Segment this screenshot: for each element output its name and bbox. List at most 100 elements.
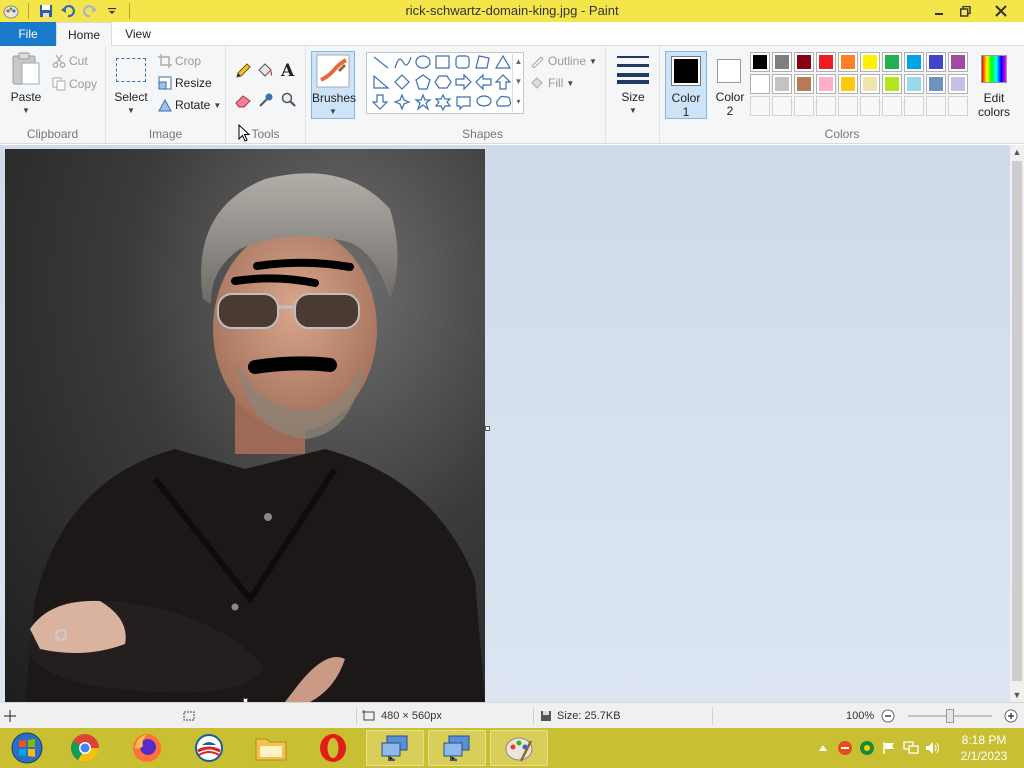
palette-color-swatch[interactable] xyxy=(838,74,858,94)
network-icon[interactable] xyxy=(900,728,922,768)
taskbar-opera[interactable] xyxy=(304,730,362,766)
eraser-icon[interactable] xyxy=(234,92,252,111)
taskbar-file-explorer[interactable] xyxy=(242,730,300,766)
right-triangle-shape-icon[interactable] xyxy=(373,74,390,89)
taskbar-remote-desktop-2[interactable] xyxy=(428,730,486,766)
down-arrow-shape-icon[interactable] xyxy=(371,94,389,110)
line-shape-icon[interactable] xyxy=(373,56,389,69)
palette-custom-color-slot[interactable] xyxy=(772,96,792,116)
palette-custom-color-slot[interactable] xyxy=(926,96,946,116)
text-tool-icon[interactable]: A xyxy=(281,61,294,81)
palette-color-swatch[interactable] xyxy=(816,52,836,72)
palette-color-swatch[interactable] xyxy=(860,52,880,72)
customize-qat-icon[interactable] xyxy=(103,2,121,20)
taskbar-chrome[interactable] xyxy=(56,730,114,766)
crop-button[interactable]: Crop xyxy=(158,54,201,68)
palette-color-swatch[interactable] xyxy=(948,74,968,94)
four-point-star-shape-icon[interactable] xyxy=(393,93,411,111)
redo-icon[interactable] xyxy=(81,2,99,20)
outline-button[interactable]: Outline ▼ xyxy=(530,54,597,68)
palette-custom-color-slot[interactable] xyxy=(904,96,924,116)
tab-home[interactable]: Home xyxy=(56,22,112,47)
tab-view[interactable]: View xyxy=(116,22,160,46)
color1-button[interactable]: Color 1 xyxy=(665,51,707,119)
palette-custom-color-slot[interactable] xyxy=(838,96,858,116)
magnifier-icon[interactable] xyxy=(281,92,297,111)
hexagon-shape-icon[interactable] xyxy=(434,75,452,89)
curve-shape-icon[interactable] xyxy=(394,56,412,69)
palette-custom-color-slot[interactable] xyxy=(794,96,814,116)
palette-custom-color-slot[interactable] xyxy=(750,96,770,116)
palette-color-swatch[interactable] xyxy=(838,52,858,72)
rectangle-shape-icon[interactable] xyxy=(435,55,450,69)
size-button[interactable]: Size ▼ xyxy=(612,52,654,118)
taskbar-remote-desktop-1[interactable] xyxy=(366,730,424,766)
start-button[interactable] xyxy=(0,730,54,766)
shapes-scroll[interactable]: ▲ ▼ ▾ xyxy=(512,52,524,114)
brushes-button[interactable]: Brushes ▼ xyxy=(311,51,356,119)
tab-file[interactable]: File xyxy=(0,22,56,46)
canvas-image[interactable] xyxy=(5,149,485,702)
palette-color-swatch[interactable] xyxy=(904,52,924,72)
restore-button[interactable] xyxy=(952,0,978,22)
palette-color-swatch[interactable] xyxy=(904,74,924,94)
palette-color-swatch[interactable] xyxy=(772,52,792,72)
palette-color-swatch[interactable] xyxy=(816,74,836,94)
palette-color-swatch[interactable] xyxy=(860,74,880,94)
scroll-up-icon[interactable]: ▲ xyxy=(1010,145,1024,159)
triangle-shape-icon[interactable] xyxy=(494,54,512,69)
palette-color-swatch[interactable] xyxy=(882,52,902,72)
color2-button[interactable]: Color 2 xyxy=(710,51,752,119)
left-arrow-shape-icon[interactable] xyxy=(475,73,492,91)
cut-button[interactable]: Cut xyxy=(52,54,88,68)
canvas-workspace[interactable] xyxy=(0,145,1010,702)
fill-button[interactable]: Fill ▼ xyxy=(530,76,574,90)
palette-custom-color-slot[interactable] xyxy=(860,96,880,116)
taskbar-paint[interactable] xyxy=(490,730,548,766)
close-button[interactable] xyxy=(978,0,1024,22)
taskbar-app-circle[interactable] xyxy=(180,730,238,766)
taskbar-firefox[interactable] xyxy=(118,730,176,766)
diamond-shape-icon[interactable] xyxy=(394,74,410,90)
rounded-rectangle-shape-icon[interactable] xyxy=(455,55,470,69)
polygon-shape-icon[interactable] xyxy=(475,55,490,69)
five-point-star-shape-icon[interactable] xyxy=(414,93,432,111)
select-button[interactable]: Select ▼ xyxy=(110,52,152,118)
paste-button[interactable]: Paste ▼ xyxy=(6,50,46,120)
oval-callout-shape-icon[interactable] xyxy=(476,95,492,107)
fill-bucket-icon[interactable] xyxy=(256,62,274,83)
vertical-scrollbar[interactable]: ▲ ▼ xyxy=(1010,145,1024,702)
color-picker-icon[interactable] xyxy=(258,92,274,111)
show-hidden-icons-icon[interactable] xyxy=(812,728,834,768)
zoom-out-button[interactable] xyxy=(881,703,895,729)
tray-red-app-icon[interactable] xyxy=(834,728,856,768)
palette-color-swatch[interactable] xyxy=(750,52,770,72)
right-arrow-shape-icon[interactable] xyxy=(455,73,472,91)
cloud-callout-shape-icon[interactable] xyxy=(496,95,512,107)
palette-color-swatch[interactable] xyxy=(794,52,814,72)
palette-color-swatch[interactable] xyxy=(772,74,792,94)
resize-button[interactable]: Resize xyxy=(158,76,212,90)
scrollbar-thumb[interactable] xyxy=(1012,161,1022,681)
zoom-slider-thumb[interactable] xyxy=(946,709,954,723)
up-arrow-shape-icon[interactable] xyxy=(494,74,512,90)
scroll-down-icon[interactable]: ▼ xyxy=(1010,688,1024,702)
rounded-callout-shape-icon[interactable] xyxy=(456,96,471,111)
copy-button[interactable]: Copy xyxy=(52,77,97,91)
palette-color-swatch[interactable] xyxy=(750,74,770,94)
system-clock[interactable]: 8:18 PM 2/1/2023 xyxy=(944,732,1024,764)
edit-colors-button[interactable]: Edit colors xyxy=(972,51,1016,119)
paint-app-icon[interactable] xyxy=(2,2,20,20)
minimize-button[interactable] xyxy=(926,0,952,22)
action-center-flag-icon[interactable] xyxy=(878,728,900,768)
palette-color-swatch[interactable] xyxy=(948,52,968,72)
palette-color-swatch[interactable] xyxy=(926,52,946,72)
palette-color-swatch[interactable] xyxy=(926,74,946,94)
volume-icon[interactable] xyxy=(922,728,944,768)
palette-custom-color-slot[interactable] xyxy=(816,96,836,116)
palette-color-swatch[interactable] xyxy=(794,74,814,94)
save-icon[interactable] xyxy=(37,2,55,20)
tray-green-app-icon[interactable] xyxy=(856,728,878,768)
zoom-in-button[interactable] xyxy=(1004,703,1018,729)
palette-custom-color-slot[interactable] xyxy=(948,96,968,116)
